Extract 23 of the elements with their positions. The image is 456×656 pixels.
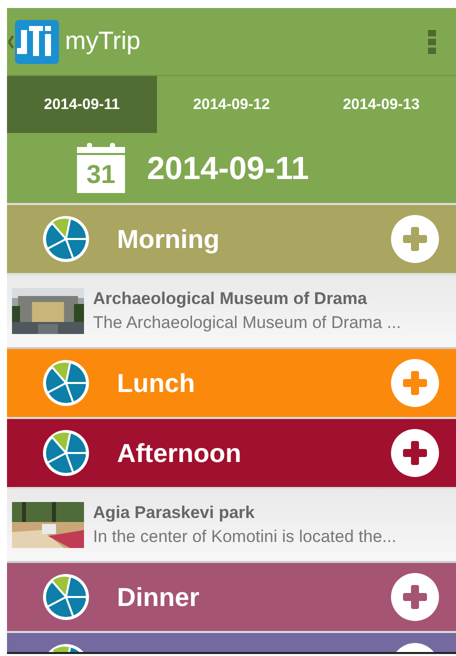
place-item[interactable]: Agia Paraskevi park In the center of Komotini is located the... [7, 489, 456, 563]
section-title: Afternoon [117, 438, 242, 468]
pie-chart-icon [41, 358, 91, 408]
date-tab[interactable]: 2014-09-12 [156, 76, 306, 133]
place-item[interactable]: Archaeological Museum of Drama The Archaeological Museum of Drama ... [7, 275, 456, 349]
app-title: myTrip [65, 27, 142, 56]
overflow-menu-icon[interactable] [428, 28, 436, 56]
pie-chart-icon [41, 428, 91, 478]
place-description: In the center of Komotini is located the... [93, 527, 396, 547]
add-icon[interactable] [390, 428, 440, 478]
app-logo-icon[interactable] [7, 18, 59, 66]
section-title: Lunch [117, 368, 196, 398]
section-title: Dinner [117, 582, 200, 612]
date-tab[interactable]: 2014-09-13 [306, 76, 456, 133]
place-title: Archaeological Museum of Drama [93, 289, 368, 309]
place-title: Agia Paraskevi park [93, 503, 256, 523]
pie-chart-icon [41, 572, 91, 622]
place-description: The Archaeological Museum of Drama ... [93, 313, 402, 333]
date-tab[interactable]: 2014-09-11 [7, 76, 157, 133]
section-title: Morning [117, 224, 221, 254]
pie-chart-icon [41, 214, 91, 264]
add-icon[interactable] [390, 572, 440, 622]
date-title: 2014-09-11 [147, 150, 309, 186]
